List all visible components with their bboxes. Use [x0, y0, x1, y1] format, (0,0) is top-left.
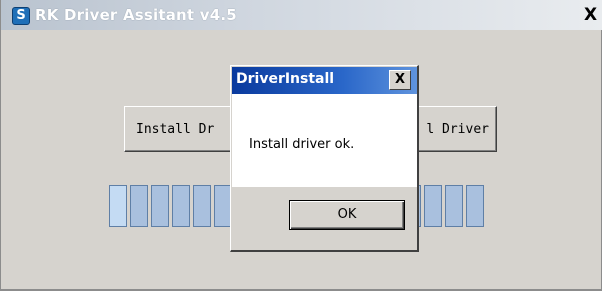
- uninstall-driver-label: l Driver: [426, 122, 489, 137]
- install-driver-button[interactable]: Install Dr: [124, 106, 244, 152]
- dialog-close-icon[interactable]: X: [389, 70, 411, 90]
- main-titlebar[interactable]: S RK Driver Assitant v4.5 X: [1, 0, 602, 30]
- dialog-body: Install driver ok.: [232, 94, 417, 187]
- progress-segment: [193, 185, 211, 227]
- progress-segment: [466, 185, 484, 227]
- app-icon: S: [12, 7, 30, 25]
- dialog-titlebar[interactable]: DriverInstall X: [232, 67, 417, 94]
- progress-segment: [172, 185, 190, 227]
- progress-segment: [424, 185, 442, 227]
- driver-install-dialog: DriverInstall X Install driver ok. OK: [230, 65, 419, 252]
- progress-segment: [445, 185, 463, 227]
- dialog-title: DriverInstall: [236, 71, 335, 87]
- dialog-message: Install driver ok.: [249, 137, 355, 152]
- window-title: RK Driver Assitant v4.5: [35, 6, 237, 24]
- progress-segment: [151, 185, 169, 227]
- ok-button[interactable]: OK: [289, 200, 405, 230]
- progress-segment: [109, 185, 127, 227]
- progress-segment: [130, 185, 148, 227]
- install-driver-label: Install Dr: [136, 122, 215, 137]
- close-icon[interactable]: X: [584, 6, 602, 25]
